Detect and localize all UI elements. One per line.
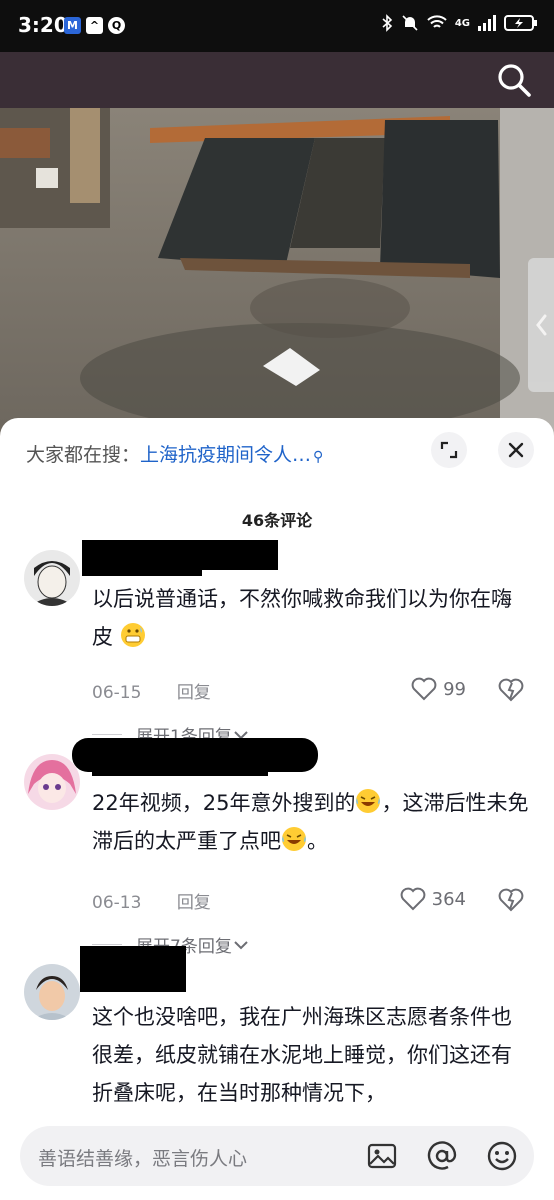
- search-small-icon: ⚲: [313, 449, 324, 465]
- video-thumbnail[interactable]: [0, 108, 554, 438]
- redacted-username: [82, 540, 202, 576]
- wifi-icon: [427, 15, 447, 28]
- at-icon[interactable]: [426, 1140, 458, 1172]
- like-button[interactable]: 364: [400, 887, 466, 911]
- dislike-icon[interactable]: [498, 888, 524, 912]
- status-icons: 4G: [381, 14, 538, 32]
- avatar[interactable]: [24, 964, 80, 1020]
- comment-input-placeholder: 善语结善缘，恶言伤人心: [38, 1148, 248, 1170]
- status-bar: 3:20 M ^ Q 4G: [0, 0, 554, 52]
- avatar[interactable]: [24, 754, 80, 810]
- heart-icon: [411, 677, 437, 701]
- comment-item: 以后说普通话，不然你喊救命我们以为你在嗨皮 06-15 回复 99 展开1条回复: [0, 536, 554, 747]
- app-notification-icon: Q: [108, 17, 125, 34]
- avatar[interactable]: [24, 550, 80, 606]
- comment-meta: 06-13 回复: [92, 888, 211, 913]
- laughing-emoji-icon: [282, 827, 306, 851]
- app-notification-icon: M: [64, 17, 81, 34]
- like-button[interactable]: 99: [411, 677, 466, 701]
- app-notification-icon: ^: [86, 17, 103, 34]
- comment-text: 22年视频，25年意外搜到的 ，这滞后性未免滞后的太严重了点吧。: [92, 784, 532, 860]
- fullscreen-icon: [440, 441, 458, 459]
- comment-input-bar: 善语结善缘，恶言伤人心: [0, 1112, 554, 1200]
- search-icon[interactable]: [496, 62, 532, 98]
- reply-button[interactable]: 回复: [177, 893, 211, 913]
- comment-meta: 06-15 回复: [92, 678, 211, 703]
- comment-text: 以后说普通话，不然你喊救命我们以为你在嗨皮: [92, 587, 512, 649]
- close-icon: [508, 442, 524, 458]
- grimace-emoji-icon: [120, 623, 145, 647]
- comment-panel: 大家都在搜：上海抗疫期间令人… ⚲ 46条评论 以后说普通话，不然你喊救命我们以为…: [0, 418, 554, 1200]
- top-bar: [0, 52, 554, 108]
- trending-search-term[interactable]: 上海抗疫期间令人…: [140, 444, 311, 466]
- reply-button[interactable]: 回复: [177, 683, 211, 703]
- trending-search[interactable]: 大家都在搜：上海抗疫期间令人… ⚲: [26, 440, 323, 467]
- fullscreen-button[interactable]: [431, 432, 467, 468]
- comment-count: 46条评论: [241, 511, 313, 530]
- redacted-username: [80, 946, 186, 992]
- side-drawer-handle[interactable]: [528, 258, 554, 392]
- comment-text: 这个也没啥吧，我在广州海珠区志愿者条件也很差，纸皮就铺在水泥地上睡觉，你们这还有…: [92, 1005, 512, 1105]
- image-icon[interactable]: [366, 1140, 398, 1172]
- heart-icon: [400, 887, 426, 911]
- video-frame: [0, 108, 554, 438]
- network-label: 4G: [454, 17, 470, 29]
- mute-icon: [402, 15, 418, 31]
- like-count: 364: [431, 888, 466, 910]
- like-count: 99: [443, 678, 466, 700]
- signal-icon: [478, 15, 496, 31]
- comment-date: 06-15: [92, 683, 142, 703]
- chevron-left-icon: [536, 314, 547, 336]
- divider: [92, 734, 122, 735]
- trending-search-prefix: 大家都在搜：: [26, 444, 141, 466]
- comment-input[interactable]: 善语结善缘，恶言伤人心: [20, 1126, 534, 1186]
- laughing-emoji-icon: [356, 789, 381, 813]
- status-time: 3:20: [18, 13, 68, 37]
- battery-icon: [504, 15, 537, 31]
- dislike-icon[interactable]: [498, 678, 524, 702]
- close-button[interactable]: [498, 432, 534, 468]
- comment-date: 06-13: [92, 893, 142, 913]
- redacted-username: [92, 762, 268, 776]
- bluetooth-icon: [382, 14, 392, 32]
- divider: [92, 944, 122, 945]
- comment-item: 22年视频，25年意外搜到的 ，这滞后性未免滞后的太严重了点吧。 06-13 回复…: [0, 736, 554, 957]
- emoji-icon[interactable]: [486, 1140, 518, 1172]
